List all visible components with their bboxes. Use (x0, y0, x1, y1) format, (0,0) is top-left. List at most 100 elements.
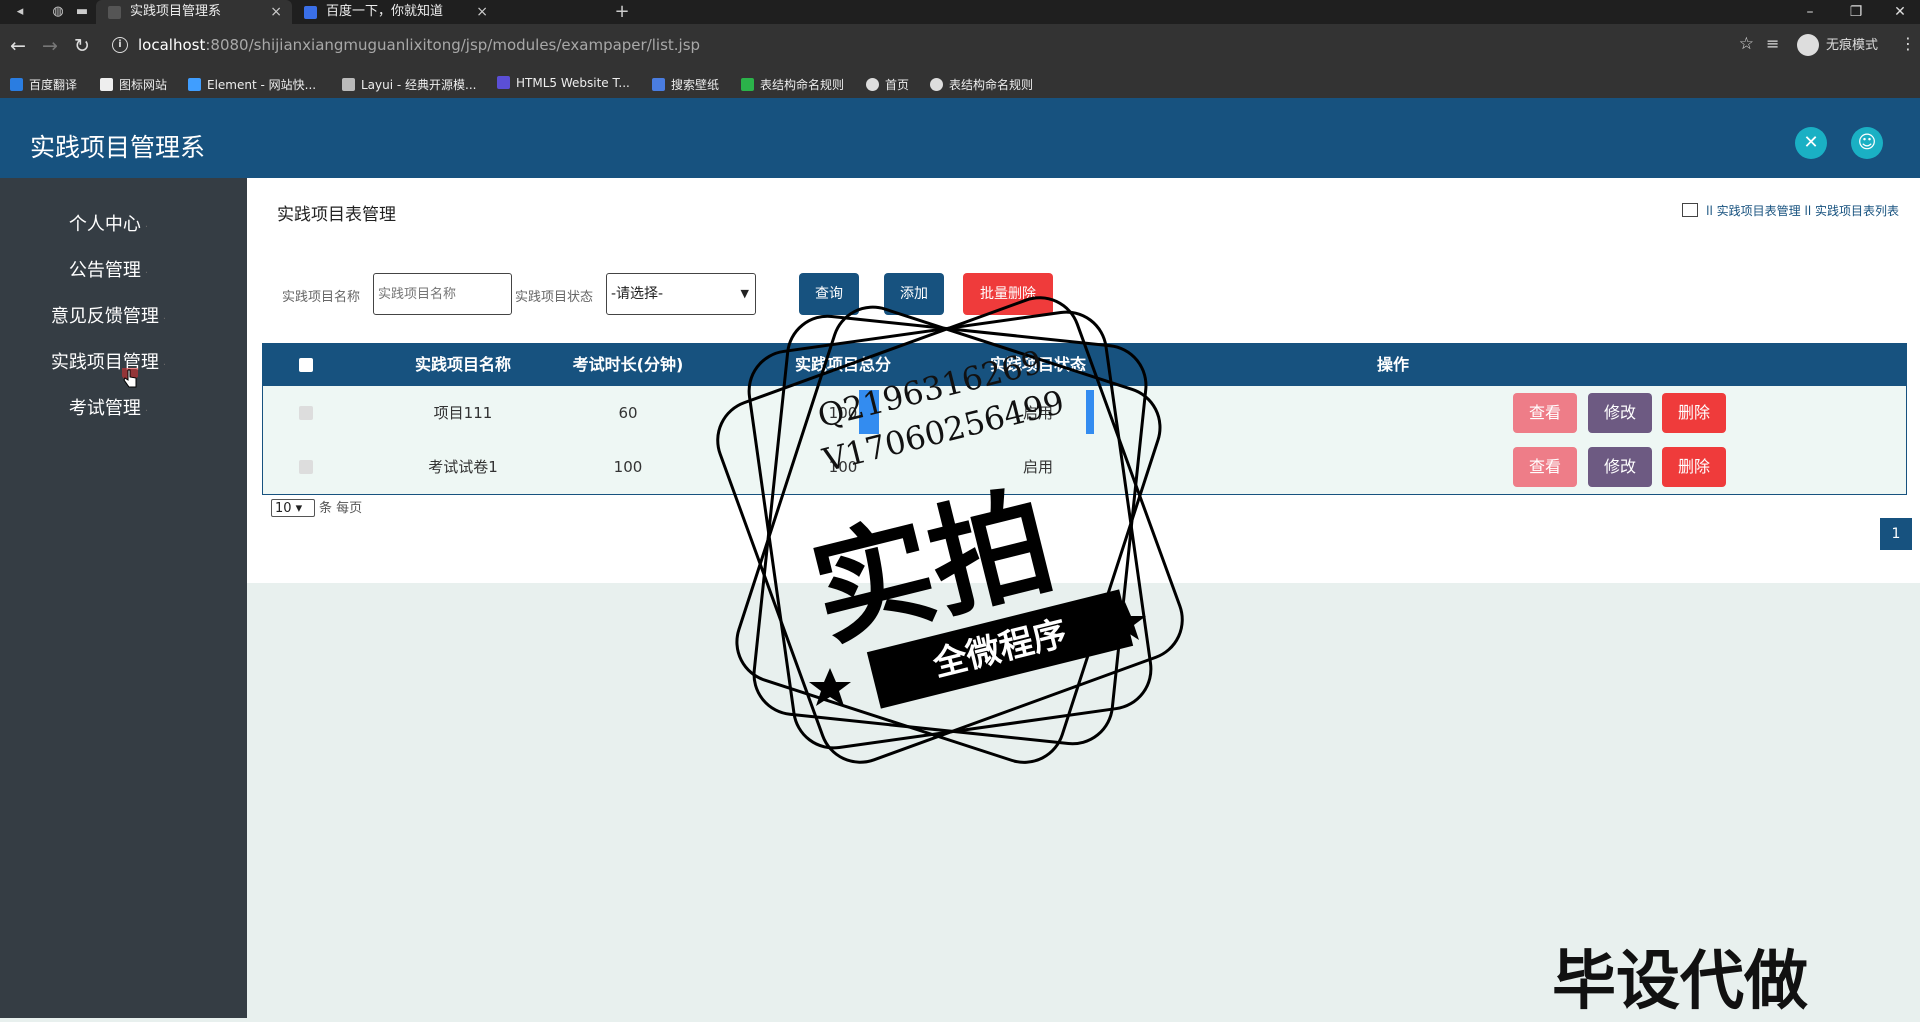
name-filter-input[interactable] (374, 274, 511, 314)
browser-tab-strip: ◂ ◍ ▬ 实践项目管理系 × 百度一下，你就知道 × + – ❐ ✕ (0, 0, 1920, 24)
breadcrumb-separator: ll (1706, 204, 1717, 218)
chevron-icon: · (144, 406, 149, 417)
minimize-icon[interactable]: – (1792, 0, 1828, 24)
page-size-select[interactable]: 10 ▾ (271, 499, 315, 517)
browser-toolbar: ← → ↻ i localhost:8080/shijianxiangmugua… (0, 24, 1920, 68)
bookmark-item[interactable]: Layui - 经典开源模... (342, 76, 476, 93)
bookmark-label: 搜索壁纸 (671, 78, 720, 92)
incognito-label[interactable]: 无痕模式 (1826, 34, 1878, 53)
incognito-icon[interactable] (1797, 34, 1819, 56)
page-size-value: 10 (275, 501, 292, 516)
bookmark-label: Layui - 经典开源模... (361, 78, 477, 92)
address-bar[interactable]: i localhost:8080/shijianxiangmuguanlixit… (104, 30, 1754, 62)
app-title: 实践项目管理系 (30, 133, 206, 162)
view-button[interactable]: 查看 (1513, 393, 1577, 433)
forward-icon[interactable]: → (36, 32, 64, 60)
app-header: 实践项目管理系 (0, 98, 1920, 178)
html5-icon (497, 76, 510, 89)
tab-title: 实践项目管理系 (130, 4, 222, 19)
bookmark-label: Element - 网站快... (207, 78, 317, 92)
chevron-icon: · (144, 222, 149, 233)
sidebar-item-exam[interactable]: 考试管理 · (0, 394, 217, 420)
delete-button[interactable]: 删除 (1662, 393, 1726, 433)
bookmark-item[interactable]: 搜索壁纸 (652, 76, 719, 93)
breadcrumb: ll 实践项目表管理 ll 实践项目表列表 (1682, 202, 1899, 219)
reload-icon[interactable]: ↻ (68, 32, 96, 60)
close-icon[interactable]: × (270, 0, 282, 24)
sidebar-item-project[interactable]: 实践项目管理 · (0, 348, 217, 374)
delete-button[interactable]: 删除 (1662, 447, 1726, 487)
url-text: localhost:8080/shijianxiangmuguanlixiton… (138, 36, 700, 54)
bookmark-item[interactable]: 表结构命名规则 (741, 76, 844, 93)
row-checkbox[interactable] (299, 406, 313, 420)
bookmark-item[interactable]: Element - 网站快... (188, 76, 316, 93)
translate-icon (10, 78, 23, 91)
row-checkbox[interactable] (299, 460, 313, 474)
url-host: localhost (138, 36, 206, 54)
back-icon[interactable]: ← (4, 32, 32, 60)
bookmark-label: 百度翻译 (29, 78, 78, 92)
chevron-icon: · (144, 268, 149, 279)
user-icon[interactable]: ☺ (1851, 127, 1883, 159)
sheet-icon (741, 78, 754, 91)
reading-list-icon[interactable]: ≡ (1766, 34, 1779, 53)
breadcrumb-item[interactable]: 实践项目表管理 (1717, 204, 1801, 218)
close-icon[interactable]: × (476, 0, 488, 24)
page-icon (108, 6, 121, 19)
sidebar-item-label: 实践项目管理 (50, 352, 159, 373)
layui-icon (342, 78, 355, 91)
cell-name: 考试试卷1 (428, 458, 498, 476)
home-icon[interactable] (1682, 203, 1699, 217)
sidebar-item-label: 个人中心 (68, 214, 141, 235)
chevron-icon: · (162, 360, 167, 371)
view-button[interactable]: 查看 (1513, 447, 1577, 487)
fullscreen-icon[interactable]: ✕ (1795, 127, 1827, 159)
tab-app[interactable]: 实践项目管理系 × (96, 0, 292, 24)
hand-cursor-icon (122, 368, 138, 388)
breadcrumb-item[interactable]: 实践项目表列表 (1815, 204, 1899, 218)
bookmark-item[interactable]: 百度翻译 (10, 76, 77, 93)
sidebar-item-feedback[interactable]: 意见反馈管理 · (0, 302, 217, 328)
sidebar-item-notice[interactable]: 公告管理 · (0, 256, 217, 282)
window-close-icon[interactable]: ✕ (1882, 0, 1918, 24)
name-filter-field[interactable] (373, 273, 512, 315)
baidu-icon (304, 6, 317, 19)
bookmark-item[interactable]: 图标网站 (100, 76, 167, 93)
status-select-value: -请选择- (611, 286, 664, 302)
watermark-text: 毕设代做 (1552, 945, 1808, 1019)
bookmarks-bar: 百度翻译 图标网站 Element - 网站快... Layui - 经典开源模… (0, 68, 1920, 99)
restore-icon[interactable]: ❐ (1838, 0, 1874, 24)
site-info-icon[interactable]: i (112, 37, 128, 53)
column-header: 考试时长(分钟) (572, 355, 684, 374)
new-tab-icon[interactable]: + (610, 2, 634, 22)
bookmark-label: 表结构命名规则 (760, 78, 845, 92)
globe-icon (866, 78, 879, 91)
name-filter-label: 实践项目名称 (282, 290, 361, 305)
globe-icon[interactable]: ◍ (46, 2, 70, 22)
menu-icon[interactable]: ⋮ (1900, 34, 1916, 53)
element-icon (188, 78, 201, 91)
bookmark-star-icon[interactable]: ☆ (1739, 34, 1754, 54)
sidebar-item-label: 意见反馈管理 (50, 306, 159, 327)
bookmark-item[interactable]: 首页 (866, 76, 909, 93)
edit-button[interactable]: 修改 (1588, 447, 1652, 487)
tab-title: 百度一下，你就知道 (326, 4, 444, 19)
bookmark-item[interactable]: 表结构命名规则 (930, 76, 1033, 93)
bookmark-item[interactable]: HTML5 Website T... (497, 76, 630, 90)
mute-icon[interactable]: ◂ (8, 2, 32, 22)
tab-baidu[interactable]: 百度一下，你就知道 × (292, 0, 498, 24)
pagination-page-1[interactable]: 1 (1880, 518, 1912, 550)
status-filter-label: 实践项目状态 (515, 290, 594, 305)
cell-duration: 100 (613, 458, 643, 476)
sidebar-item-label: 公告管理 (68, 260, 141, 281)
bookmark-label: HTML5 Website T... (516, 76, 630, 90)
select-all-checkbox[interactable] (299, 358, 313, 372)
tab-list-icon[interactable]: ▬ (70, 2, 94, 22)
column-header: 实践项目名称 (414, 355, 511, 374)
column-header: 操作 (1376, 355, 1409, 374)
cell-name: 项目111 (433, 404, 493, 422)
sidebar-item-personal-center[interactable]: 个人中心 · (0, 210, 217, 236)
page-size-suffix: 条 每页 (319, 501, 363, 516)
edit-button[interactable]: 修改 (1588, 393, 1652, 433)
breadcrumb-separator: ll (1804, 204, 1815, 218)
